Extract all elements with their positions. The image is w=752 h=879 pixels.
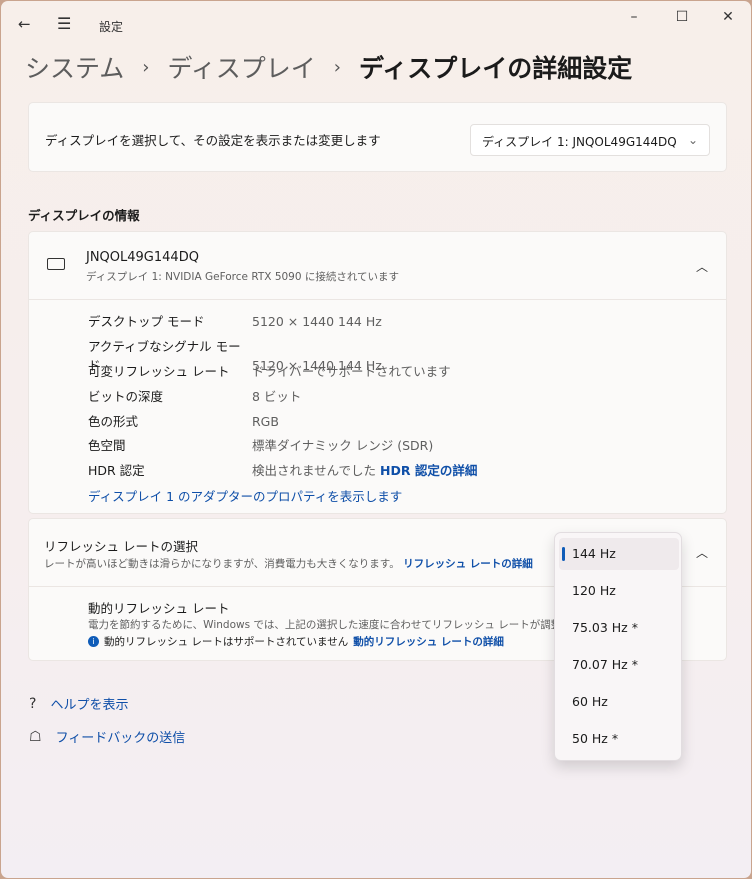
info-row: 色空間 標準ダイナミック レンジ (SDR) [88, 438, 434, 453]
breadcrumb: システム › ディスプレイ › ディスプレイの詳細設定 [25, 49, 632, 85]
section-title: ディスプレイの情報 [28, 208, 140, 223]
back-icon[interactable]: ← [18, 15, 31, 33]
info-row: デスクトップ モード 5120 × 1440 144 Hz [88, 314, 382, 329]
option-70hz[interactable]: 70.07 Hz * [559, 649, 679, 681]
display-info-card: JNQOL49G144DQ ディスプレイ 1: NVIDIA GeForce R… [28, 231, 727, 514]
option-144hz[interactable]: 144 Hz [559, 538, 679, 570]
menu-icon[interactable]: ☰ [57, 14, 71, 33]
display-dropdown[interactable]: ディスプレイ 1: JNQOL49G144DQ ⌄ [470, 124, 710, 156]
refresh-rate-dropdown-list: 144 Hz 120 Hz 75.03 Hz * 70.07 Hz * 60 H… [554, 532, 682, 761]
dynamic-refresh-desc: 電力を節約するために、Windows では、上記の選択した速度に合わせてリフレッ… [88, 619, 583, 631]
help-icon: ? [29, 695, 37, 712]
help-link[interactable]: ? ヘルプを表示 [29, 694, 128, 714]
chevron-right-icon: › [142, 56, 150, 78]
display-subtitle: ディスプレイ 1: NVIDIA GeForce RTX 5090 に接続されて… [86, 271, 400, 283]
chevron-up-icon[interactable]: ︿ [696, 544, 708, 561]
info-row: ビットの深度 8 ビット [88, 389, 302, 404]
title-bar: ← ☰ 設定 – ☐ ✕ [1, 1, 751, 49]
display-select-label: ディスプレイを選択して、その設定を表示または変更します [45, 133, 381, 148]
refresh-details-link[interactable]: リフレッシュ レートの詳細 [403, 558, 533, 570]
option-120hz[interactable]: 120 Hz [559, 575, 679, 607]
laptop-icon [47, 258, 65, 270]
info-row: HDR 認定 検出されませんでした HDR 認定の詳細 [88, 463, 478, 478]
info-icon: i [88, 636, 99, 647]
breadcrumb-display[interactable]: ディスプレイ [167, 49, 315, 85]
display-dropdown-value: ディスプレイ 1: JNQOL49G144DQ [482, 135, 677, 149]
option-75hz[interactable]: 75.03 Hz * [559, 612, 679, 644]
maximize-button[interactable]: ☐ [667, 9, 697, 25]
dynamic-refresh-link[interactable]: 動的リフレッシュ レートの詳細 [353, 634, 504, 649]
option-50hz[interactable]: 50 Hz * [559, 723, 679, 755]
option-60hz[interactable]: 60 Hz [559, 686, 679, 718]
settings-window: ← ☰ 設定 – ☐ ✕ システム › ディスプレイ › ディスプレイの詳細設定… [1, 1, 751, 878]
refresh-desc: レートが高いほど動きは滑らかになりますが、消費電力も大きくなります。 [44, 558, 400, 570]
adapter-properties-link[interactable]: ディスプレイ 1 のアダプターのプロパティを表示します [88, 486, 402, 505]
chevron-down-icon: ⌄ [687, 133, 698, 147]
feedback-link[interactable]: ☖ フィードバックの送信 [29, 727, 185, 747]
dynamic-refresh-info: 動的リフレッシュ レートはサポートされていません [104, 636, 349, 648]
breadcrumb-system[interactable]: システム [25, 49, 124, 85]
app-title: 設定 [99, 20, 124, 34]
dynamic-refresh-title: 動的リフレッシュ レート [88, 601, 230, 616]
page-title: ディスプレイの詳細設定 [358, 54, 633, 83]
hdr-link[interactable]: HDR 認定の詳細 [380, 463, 477, 478]
feedback-icon: ☖ [29, 728, 42, 745]
close-button[interactable]: ✕ [713, 9, 743, 25]
minimize-button[interactable]: – [619, 9, 649, 25]
info-row: 色の形式 RGB [88, 414, 279, 429]
chevron-up-icon[interactable]: ︿ [696, 258, 708, 275]
refresh-title: リフレッシュ レートの選択 [44, 539, 198, 554]
display-name: JNQOL49G144DQ [86, 250, 199, 265]
display-select-card: ディスプレイを選択して、その設定を表示または変更します ディスプレイ 1: JN… [28, 102, 727, 172]
info-row: 可変リフレッシュ レート ドライバーでサポートされています [88, 364, 451, 379]
chevron-right-icon: › [333, 56, 341, 78]
